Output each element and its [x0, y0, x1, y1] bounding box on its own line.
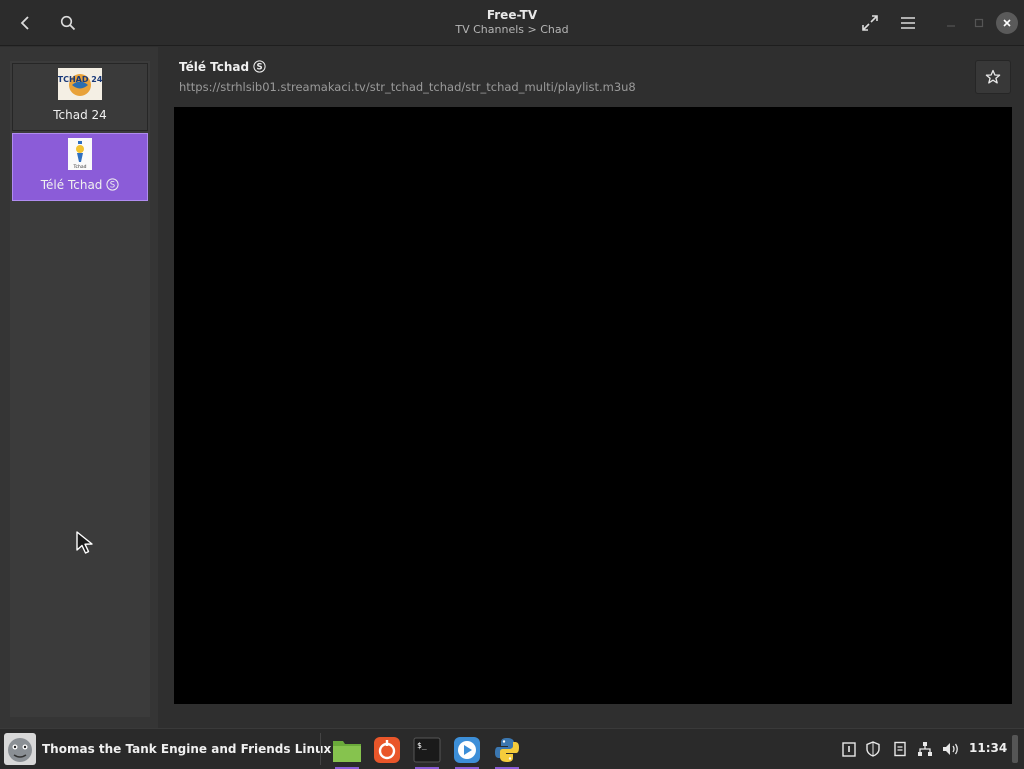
security-tray-button[interactable]: [863, 739, 883, 759]
channel-label: Télé Tchad S: [13, 178, 147, 192]
svg-text:$_: $_: [417, 741, 427, 750]
favorite-button[interactable]: [975, 60, 1011, 94]
clipboard-icon: [842, 742, 856, 757]
channel-list: TCHAD 24 Tchad 24 Tchad Télé Tchad S: [10, 61, 150, 717]
app-window: Free-TV TV Channels > Chad TCHAD 24 Tcha…: [0, 0, 1024, 728]
channel-logo-tele-tchad: Tchad: [68, 138, 92, 174]
terminal-icon: $_: [413, 737, 441, 763]
svg-text:S: S: [257, 63, 263, 73]
back-icon: [20, 16, 29, 30]
svg-text:S: S: [110, 181, 115, 191]
terminal-app-launcher[interactable]: $_: [409, 731, 445, 769]
header-bar: Free-TV TV Channels > Chad: [0, 0, 1024, 46]
network-icon: [918, 742, 932, 756]
document-icon: [894, 741, 906, 757]
start-menu-button[interactable]: Thomas the Tank Engine and Friends Linux: [0, 729, 331, 769]
taskbar: Thomas the Tank Engine and Friends Linux…: [0, 728, 1024, 769]
notes-tray-button[interactable]: [890, 739, 910, 759]
channel-item-tchad-24[interactable]: TCHAD 24 Tchad 24: [12, 63, 148, 131]
show-desktop-button[interactable]: [1012, 735, 1018, 763]
search-button[interactable]: [53, 8, 83, 38]
maximize-icon: [974, 18, 984, 28]
back-button[interactable]: [10, 8, 40, 38]
minimize-button[interactable]: [940, 12, 962, 34]
channel-label: Tchad 24: [53, 108, 107, 122]
fullscreen-button[interactable]: [855, 8, 885, 38]
start-menu-label: Thomas the Tank Engine and Friends Linux: [42, 742, 332, 756]
mouse-cursor-icon: [76, 531, 96, 559]
media-player-icon: [454, 737, 480, 763]
taskbar-divider: [320, 733, 321, 765]
software-center-icon: [374, 737, 400, 763]
maximize-button[interactable]: [968, 12, 990, 34]
fullscreen-icon: [862, 15, 878, 31]
stream-url: https://strhlsib01.streamakaci.tv/str_tc…: [179, 80, 636, 94]
volume-icon: [943, 743, 958, 755]
svg-text:Tchad: Tchad: [73, 164, 87, 170]
minimize-icon: [947, 25, 955, 27]
files-app-launcher[interactable]: [329, 731, 365, 769]
network-tray-button[interactable]: [915, 739, 935, 759]
clock[interactable]: 11:34: [969, 741, 1007, 755]
channel-sidebar: TCHAD 24 Tchad 24 Tchad Télé Tchad S: [0, 47, 158, 728]
thomas-face-icon: [4, 733, 36, 765]
folder-icon: [333, 741, 361, 762]
close-icon: [1003, 19, 1011, 27]
subscription-badge-icon: S: [106, 178, 119, 191]
main-menu-button[interactable]: [893, 8, 923, 38]
clipboard-tray-button[interactable]: [839, 739, 859, 759]
app-center-launcher[interactable]: [369, 731, 405, 769]
search-icon: [60, 15, 76, 31]
subscription-badge-icon: S: [253, 60, 266, 73]
hamburger-menu-icon: [901, 17, 915, 29]
video-player[interactable]: [174, 107, 1012, 704]
volume-tray-button[interactable]: [941, 739, 961, 759]
media-player-launcher[interactable]: [449, 731, 485, 769]
svg-text:TCHAD 24: TCHAD 24: [58, 75, 102, 84]
channel-item-tele-tchad[interactable]: Tchad Télé Tchad S: [12, 133, 148, 201]
python-icon: [495, 738, 519, 762]
shield-icon: [866, 741, 880, 757]
close-button[interactable]: [996, 12, 1018, 34]
python-app-launcher[interactable]: [489, 731, 525, 769]
star-icon: [985, 69, 1001, 84]
channel-logo-tchad-24: TCHAD 24: [58, 68, 103, 104]
channel-title: Télé Tchad S: [179, 60, 266, 74]
